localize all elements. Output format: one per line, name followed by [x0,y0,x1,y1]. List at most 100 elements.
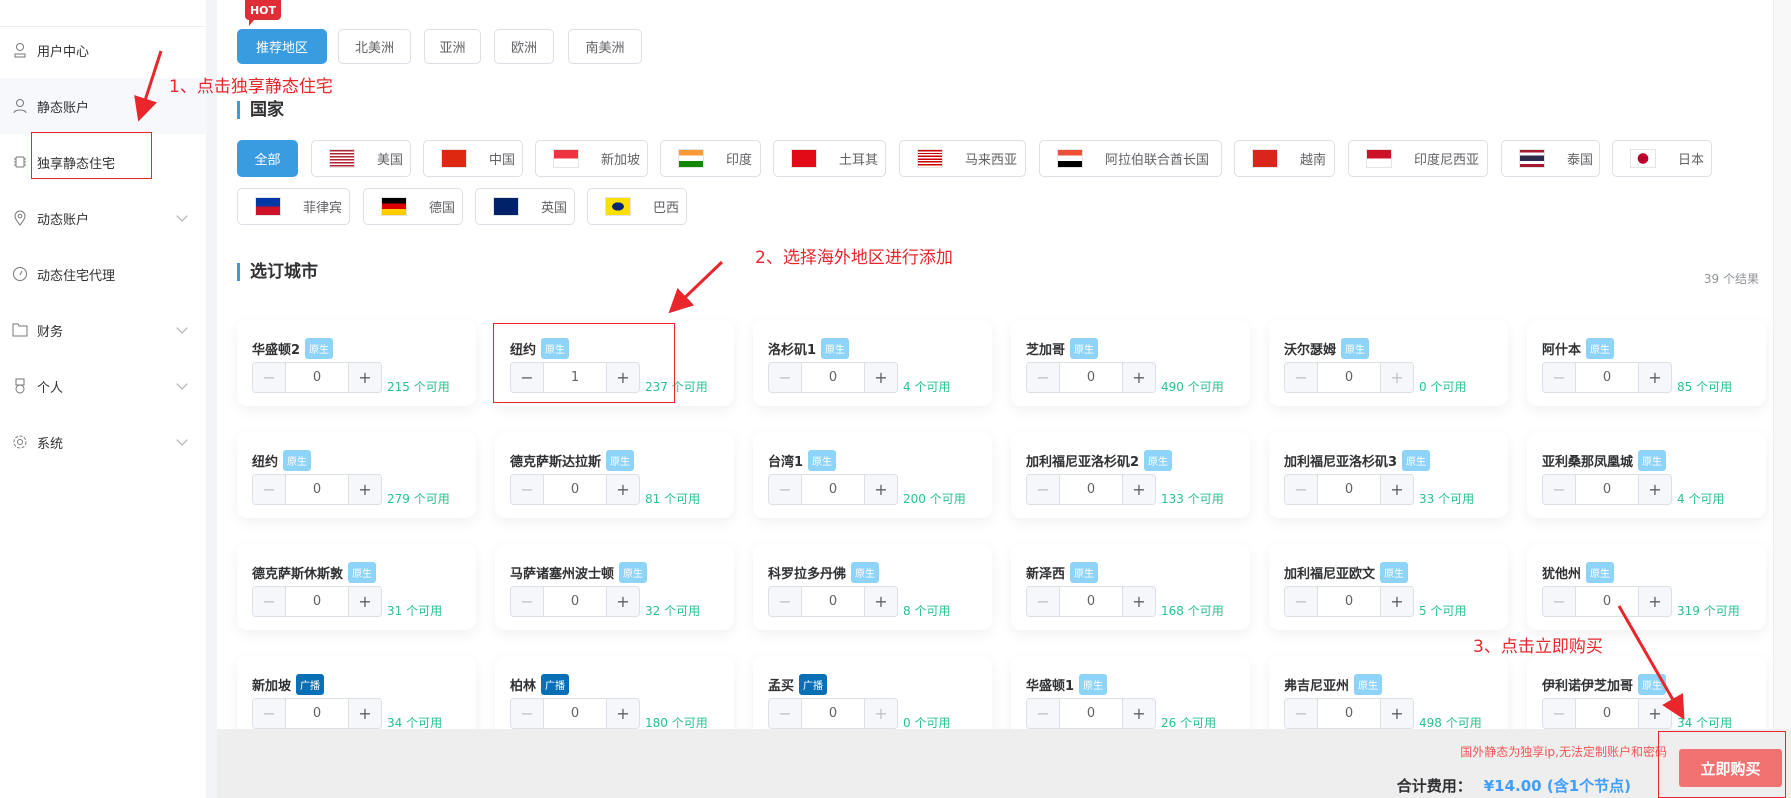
quantity-input[interactable]: 0 [1060,363,1122,392]
decrement-button[interactable]: − [769,363,802,392]
region-tab-2[interactable]: 北美洲 [338,29,411,64]
decrement-button[interactable]: − [1543,699,1576,728]
decrement-button[interactable]: − [1285,363,1318,392]
increment-button[interactable]: + [1380,699,1413,728]
increment-button[interactable]: + [1122,475,1155,504]
increment-button[interactable]: + [348,363,381,392]
quantity-input[interactable]: 0 [1318,587,1380,616]
country-vn[interactable]: 越南 [1234,140,1335,177]
increment-button[interactable]: + [864,587,897,616]
quantity-input[interactable]: 0 [286,475,348,504]
decrement-button[interactable]: − [769,699,802,728]
quantity-input[interactable]: 0 [1318,363,1380,392]
country-de[interactable]: 德国 [363,188,463,225]
quantity-input[interactable]: 0 [286,699,348,728]
increment-button[interactable]: + [606,587,639,616]
scrollbar[interactable] [1773,0,1791,729]
region-tab-4[interactable]: 欧洲 [494,29,554,64]
quantity-input[interactable]: 0 [286,363,348,392]
increment-button[interactable]: + [1380,363,1413,392]
decrement-button[interactable]: − [1027,587,1060,616]
quantity-input[interactable]: 0 [1060,699,1122,728]
decrement-button[interactable]: − [769,475,802,504]
decrement-button[interactable]: − [1027,475,1060,504]
increment-button[interactable]: + [864,475,897,504]
quantity-input[interactable]: 0 [1576,587,1638,616]
country-my[interactable]: 马来西亚 [899,140,1026,177]
quantity-input[interactable]: 0 [544,475,606,504]
decrement-button[interactable]: − [1285,475,1318,504]
increment-button[interactable]: + [1638,363,1671,392]
sidebar-item-8[interactable]: 系统 [0,414,206,470]
increment-button[interactable]: + [348,699,381,728]
sidebar-item-4[interactable]: 动态账户 [0,190,206,246]
country-eg[interactable]: 阿拉伯联合酋长国 [1039,140,1222,177]
country-id[interactable]: 印度尼西亚 [1348,140,1488,177]
quantity-input[interactable]: 0 [802,475,864,504]
decrement-button[interactable]: − [511,587,544,616]
increment-button[interactable]: + [864,363,897,392]
decrement-button[interactable]: − [1027,699,1060,728]
country-th[interactable]: 泰国 [1501,140,1600,177]
country-sg[interactable]: 新加坡 [535,140,648,177]
country-gb[interactable]: 英国 [475,188,575,225]
increment-button[interactable]: + [1122,587,1155,616]
country-jp[interactable]: 日本 [1612,140,1712,177]
sidebar-item-5[interactable]: 动态住宅代理 [0,246,206,302]
quantity-input[interactable]: 0 [286,587,348,616]
quantity-input[interactable]: 0 [1318,475,1380,504]
sidebar-item-6[interactable]: 财务 [0,302,206,358]
decrement-button[interactable]: − [1543,587,1576,616]
decrement-button[interactable]: − [511,475,544,504]
decrement-button[interactable]: − [1285,699,1318,728]
region-tab-3[interactable]: 亚洲 [424,29,481,64]
increment-button[interactable]: + [1638,587,1671,616]
quantity-input[interactable]: 0 [802,587,864,616]
chevron-down-icon[interactable] [176,322,188,334]
decrement-button[interactable]: − [1027,363,1060,392]
increment-button[interactable]: + [1122,699,1155,728]
chevron-down-icon[interactable] [176,210,188,222]
country-tr[interactable]: 土耳其 [773,140,886,177]
decrement-button[interactable]: − [253,699,286,728]
quantity-input[interactable]: 0 [802,699,864,728]
chevron-down-icon[interactable] [176,378,188,390]
chevron-down-icon[interactable] [176,434,188,446]
increment-button[interactable]: + [1638,699,1671,728]
increment-button[interactable]: + [606,699,639,728]
quantity-input[interactable]: 0 [1576,699,1638,728]
quantity-input[interactable]: 0 [1060,587,1122,616]
sidebar-item-7[interactable]: 个人 [0,358,206,414]
increment-button[interactable]: + [606,475,639,504]
increment-button[interactable]: + [348,475,381,504]
country-br[interactable]: 巴西 [587,188,687,225]
quantity-input[interactable]: 0 [802,363,864,392]
quantity-input[interactable]: 0 [1576,363,1638,392]
country-all[interactable]: 全部 [237,140,298,177]
country-in[interactable]: 印度 [660,140,761,177]
country-ph[interactable]: 菲律宾 [237,188,350,225]
decrement-button[interactable]: − [769,587,802,616]
increment-button[interactable]: + [864,699,897,728]
region-tab-1[interactable]: 推荐地区 [237,29,327,64]
quantity-input[interactable]: 0 [1060,475,1122,504]
decrement-button[interactable]: − [511,699,544,728]
sidebar-item-1[interactable]: 用户中心 [0,22,206,78]
quantity-input[interactable]: 0 [1318,699,1380,728]
increment-button[interactable]: + [348,587,381,616]
increment-button[interactable]: + [1122,363,1155,392]
increment-button[interactable]: + [1380,475,1413,504]
decrement-button[interactable]: − [1285,587,1318,616]
increment-button[interactable]: + [1380,587,1413,616]
country-cn[interactable]: 中国 [423,140,523,177]
decrement-button[interactable]: − [253,475,286,504]
decrement-button[interactable]: − [253,363,286,392]
quantity-input[interactable]: 0 [544,587,606,616]
decrement-button[interactable]: − [253,587,286,616]
decrement-button[interactable]: − [1543,475,1576,504]
country-us[interactable]: 美国 [311,140,411,177]
increment-button[interactable]: + [1638,475,1671,504]
decrement-button[interactable]: − [1543,363,1576,392]
quantity-input[interactable]: 0 [544,699,606,728]
quantity-input[interactable]: 0 [1576,475,1638,504]
